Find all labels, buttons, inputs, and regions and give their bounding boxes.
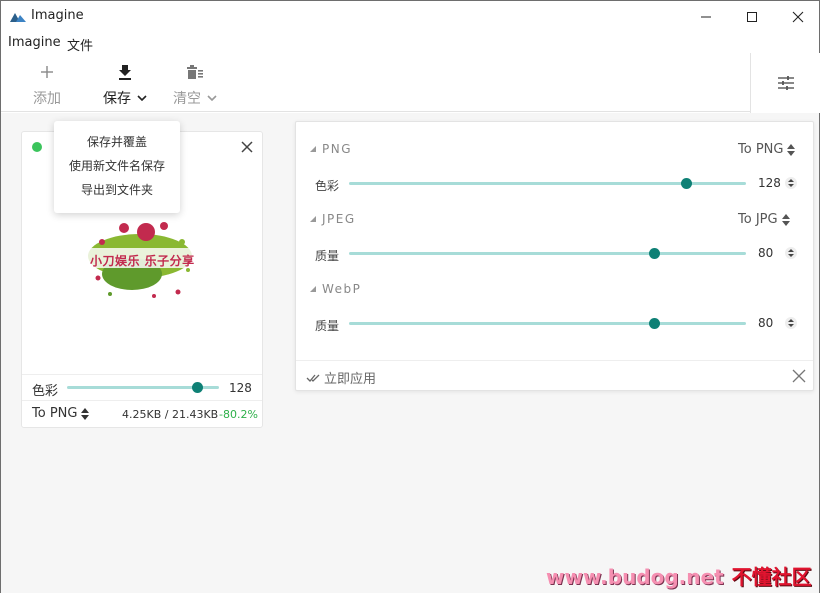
clear-all-icon	[185, 62, 205, 82]
sliders-icon	[777, 76, 794, 90]
webp-section-title[interactable]: WebP	[310, 282, 361, 296]
jpeg-quality-value: 80	[758, 246, 774, 260]
card-format-row: To PNG 4.25KB / 21.43KB -80.2%	[22, 400, 262, 427]
webp-quality-value: 80	[758, 316, 774, 330]
preview-text: 小刀娱乐 乐子分享	[90, 254, 195, 268]
card-format-label: To PNG	[32, 406, 78, 421]
webp-title: WebP	[322, 282, 362, 296]
double-check-icon	[306, 374, 320, 382]
webp-quality-slider-thumb[interactable]	[649, 318, 661, 329]
sort-arrows-icon	[781, 213, 790, 226]
clear-label-wrap: 清空	[173, 88, 217, 108]
close-icon	[792, 11, 804, 22]
png-section-title[interactable]: PNG	[310, 142, 352, 156]
clear-label: 清空	[173, 91, 201, 107]
maximize-button[interactable]	[729, 1, 775, 32]
menu-bar: Imagine 文件	[1, 32, 819, 54]
minimize-button[interactable]	[683, 1, 729, 32]
save-label-wrap: 保存	[103, 88, 147, 108]
watermark-brand: 不懂社区	[731, 565, 812, 589]
card-format-select[interactable]: To PNG	[32, 406, 90, 421]
spinner-icon[interactable]	[785, 247, 797, 259]
jpeg-quality-slider[interactable]	[349, 252, 746, 255]
panel-footer: 立即应用	[296, 360, 813, 391]
png-target-label: To PNG	[738, 142, 784, 157]
export-to-folder-item[interactable]: 导出到文件夹	[54, 179, 180, 203]
app-logo-icon	[10, 13, 26, 22]
png-color-value: 128	[758, 176, 781, 190]
collapse-triangle-icon	[310, 286, 316, 292]
save-menu: 保存并覆盖 使用新文件名保存 导出到文件夹	[54, 121, 180, 213]
download-icon	[115, 62, 135, 82]
status-dot	[32, 142, 42, 152]
sort-arrows-icon	[81, 407, 90, 420]
compression-ratio: -80.2%	[219, 408, 258, 421]
image-preview: 小刀娱乐 乐子分享	[84, 212, 202, 304]
png-color-slider-thumb[interactable]	[680, 178, 692, 189]
card-color-slider-thumb[interactable]	[192, 382, 204, 393]
close-window-button[interactable]	[775, 1, 820, 32]
collapse-triangle-icon	[310, 216, 316, 222]
jpeg-section-title[interactable]: JPEG	[310, 212, 356, 226]
maximize-icon	[747, 11, 757, 22]
color-value: 128	[229, 381, 252, 395]
title-bar: Imagine	[1, 1, 819, 32]
apply-now-label: 立即应用	[324, 372, 377, 387]
plus-icon	[37, 62, 57, 82]
add-button[interactable]: 添加	[33, 62, 61, 108]
clear-button[interactable]: 清空	[173, 62, 217, 108]
save-button[interactable]: 保存	[103, 62, 147, 108]
window-title: Imagine	[31, 8, 84, 23]
add-label: 添加	[33, 91, 61, 107]
menu-file[interactable]: 文件	[67, 35, 93, 54]
collapse-triangle-icon	[310, 146, 316, 152]
apply-now-button[interactable]: 立即应用	[306, 368, 376, 387]
file-size-text: 4.25KB / 21.43KB	[122, 408, 219, 421]
watermark-site: www.budog.net	[546, 565, 724, 589]
png-target-select[interactable]: To PNG	[738, 142, 796, 157]
toolbar: 添加 保存 清空	[1, 54, 819, 112]
spinner-icon[interactable]	[785, 317, 797, 329]
save-label: 保存	[103, 91, 131, 107]
chevron-down-icon	[207, 95, 217, 101]
card-color-row: 色彩 128	[22, 374, 262, 400]
jpeg-target-select[interactable]: To JPG	[738, 212, 790, 227]
jpeg-title: JPEG	[322, 212, 356, 226]
remove-image-icon[interactable]	[240, 140, 254, 154]
menu-imagine[interactable]: Imagine	[8, 35, 61, 50]
settings-panel: PNG To PNG 色彩 128 JPEG To JPG 质量 80 WebP…	[295, 121, 814, 391]
sort-arrows-icon	[787, 143, 796, 156]
save-as-new-item[interactable]: 使用新文件名保存	[54, 155, 180, 179]
color-label: 色彩	[32, 384, 59, 399]
jpeg-quality-label: 质量	[315, 249, 340, 263]
settings-toggle-button[interactable]	[750, 53, 820, 113]
minimize-icon	[701, 16, 711, 17]
jpeg-quality-slider-thumb[interactable]	[649, 248, 661, 259]
save-overwrite-item[interactable]: 保存并覆盖	[54, 131, 180, 155]
close-panel-icon[interactable]	[792, 369, 806, 383]
jpeg-target-label: To JPG	[738, 212, 778, 227]
webp-quality-label: 质量	[315, 319, 340, 333]
png-color-label: 色彩	[315, 179, 340, 193]
chevron-down-icon	[137, 95, 147, 101]
png-title: PNG	[322, 142, 353, 156]
webp-quality-slider[interactable]	[349, 322, 746, 325]
watermark: www.budog.net 不懂社区	[546, 561, 812, 590]
spinner-icon[interactable]	[785, 177, 797, 189]
